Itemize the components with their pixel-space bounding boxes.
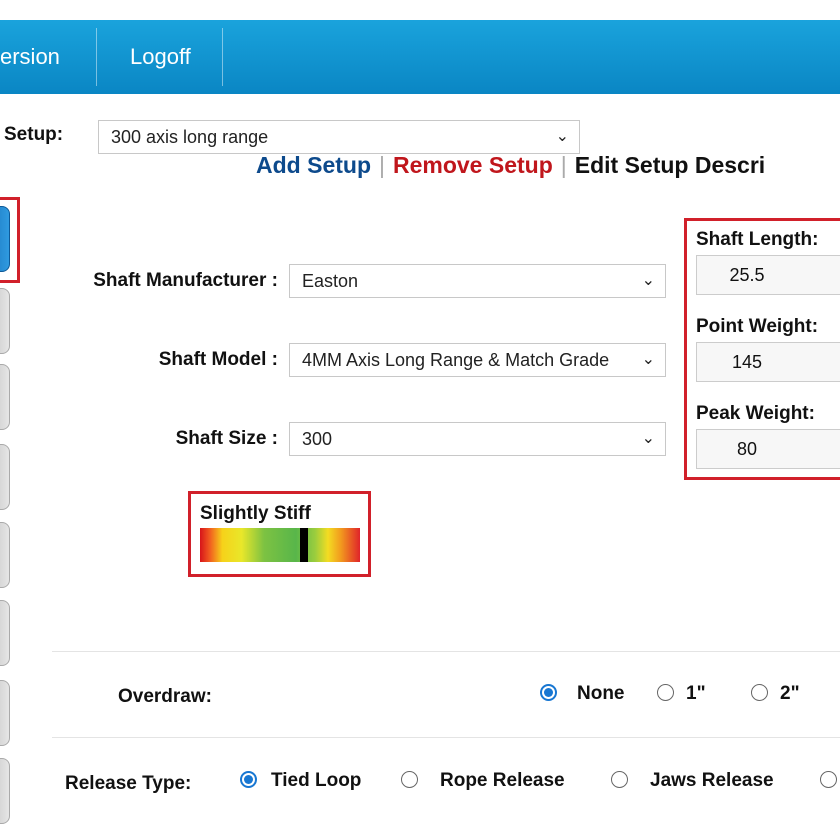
release-type-label: Release Type: bbox=[65, 773, 192, 794]
shaft-manufacturer-value: Easton bbox=[302, 271, 359, 291]
setup-select[interactable]: 300 axis long range ⌄ bbox=[98, 120, 580, 154]
nav-separator bbox=[222, 28, 223, 86]
link-separator: | bbox=[560, 152, 567, 178]
release-jaws-radio[interactable] bbox=[611, 771, 628, 788]
setup-links: Add Setup | Remove Setup | Edit Setup Descri bbox=[256, 152, 765, 179]
overdraw-2-radio[interactable] bbox=[751, 684, 768, 701]
side-tab[interactable] bbox=[0, 288, 10, 354]
overdraw-2-label[interactable]: 2" bbox=[780, 683, 800, 705]
release-jaws-label[interactable]: Jaws Release bbox=[650, 770, 774, 792]
release-tied-loop-label[interactable]: Tied Loop bbox=[271, 770, 361, 792]
shaft-manufacturer-label: Shaft Manufacturer : bbox=[93, 270, 278, 291]
side-tab[interactable] bbox=[0, 758, 10, 824]
point-weight-field[interactable]: 145 bbox=[696, 342, 840, 382]
overdraw-none-label[interactable]: None bbox=[577, 683, 625, 705]
setup-label: Setup: bbox=[4, 124, 64, 145]
chevron-down-icon: ⌄ bbox=[555, 128, 569, 145]
shaft-model-select[interactable]: 4MM Axis Long Range & Match Grade ⌄ bbox=[289, 343, 666, 377]
release-rope-label[interactable]: Rope Release bbox=[440, 770, 565, 792]
shaft-size-value: 300 bbox=[302, 429, 333, 449]
section-divider bbox=[52, 737, 840, 738]
nav-item-version[interactable]: ersion bbox=[0, 20, 60, 94]
release-other-radio[interactable] bbox=[820, 771, 837, 788]
spine-status-label: Slightly Stiff bbox=[200, 503, 311, 524]
nav-item-logoff[interactable]: Logoff bbox=[130, 20, 191, 94]
chevron-down-icon: ⌄ bbox=[641, 351, 655, 368]
overdraw-none-radio[interactable] bbox=[540, 684, 557, 701]
shaft-size-select[interactable]: 300 ⌄ bbox=[289, 422, 666, 456]
chevron-down-icon: ⌄ bbox=[641, 272, 655, 289]
side-tab-shaft[interactable] bbox=[0, 206, 10, 272]
side-tab[interactable] bbox=[0, 522, 10, 588]
nav-separator bbox=[96, 28, 97, 86]
shaft-model-value: 4MM Axis Long Range & Match Grade bbox=[302, 350, 610, 370]
peak-weight-field[interactable]: 80 bbox=[696, 429, 840, 469]
edit-setup-description-link[interactable]: Edit Setup Descri bbox=[575, 152, 765, 178]
side-tab[interactable] bbox=[0, 600, 10, 666]
release-tied-loop-radio[interactable] bbox=[240, 771, 257, 788]
overdraw-1-radio[interactable] bbox=[657, 684, 674, 701]
peak-weight-label: Peak Weight: bbox=[696, 403, 815, 424]
spine-gauge bbox=[200, 528, 360, 562]
add-setup-link[interactable]: Add Setup bbox=[256, 152, 371, 178]
setup-select-value: 300 axis long range bbox=[111, 127, 269, 147]
shaft-manufacturer-select[interactable]: Easton ⌄ bbox=[289, 264, 666, 298]
shaft-length-label: Shaft Length: bbox=[696, 229, 819, 250]
side-tab[interactable] bbox=[0, 444, 10, 510]
shaft-length-field[interactable]: 25.5 bbox=[696, 255, 840, 295]
point-weight-label: Point Weight: bbox=[696, 316, 819, 337]
top-nav-bar: ersion Logoff bbox=[0, 20, 840, 94]
shaft-size-label: Shaft Size : bbox=[175, 428, 278, 449]
link-separator: | bbox=[379, 152, 385, 178]
overdraw-1-label[interactable]: 1" bbox=[686, 683, 706, 705]
side-tab[interactable] bbox=[0, 364, 10, 430]
spine-gauge-marker bbox=[300, 528, 308, 562]
shaft-model-label: Shaft Model : bbox=[158, 349, 278, 370]
remove-setup-link[interactable]: Remove Setup bbox=[393, 152, 553, 178]
section-divider bbox=[52, 651, 840, 652]
overdraw-label: Overdraw: bbox=[118, 686, 212, 707]
release-rope-radio[interactable] bbox=[401, 771, 418, 788]
chevron-down-icon: ⌄ bbox=[641, 430, 655, 447]
side-tab[interactable] bbox=[0, 680, 10, 746]
